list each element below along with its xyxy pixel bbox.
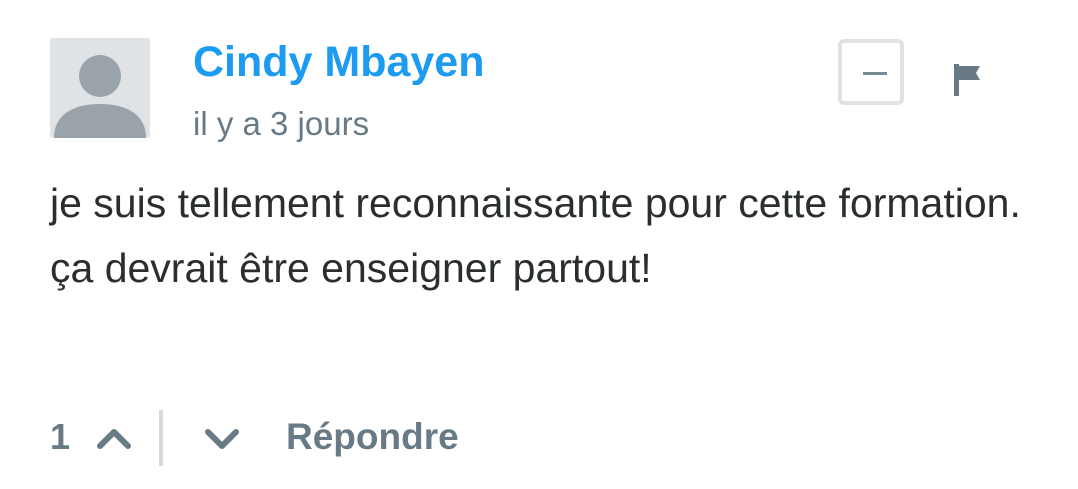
downvote-button[interactable]	[200, 420, 244, 456]
comment-footer: 1 Répondre	[50, 408, 650, 468]
reply-button[interactable]: Répondre	[286, 412, 459, 462]
comment-body: je suis tellement reconnaissante pour ce…	[50, 180, 1021, 291]
default-user-avatar-icon	[50, 38, 150, 138]
vote-count: 1	[50, 416, 71, 457]
comment-timestamp[interactable]: il y a 3 jours	[193, 102, 369, 146]
minus-icon	[863, 72, 887, 75]
flag-button[interactable]	[950, 62, 986, 98]
collapse-button[interactable]	[838, 39, 904, 105]
upvote-button[interactable]	[92, 420, 136, 456]
author-name[interactable]: Cindy Mbayen	[193, 34, 485, 90]
chevron-down-icon	[205, 429, 239, 449]
comment: Cindy Mbayen il y a 3 jours je suis tell…	[0, 0, 1078, 489]
flag-icon	[954, 64, 980, 96]
chevron-up-icon	[97, 429, 131, 449]
avatar[interactable]	[50, 38, 150, 138]
vote-divider	[159, 410, 163, 466]
